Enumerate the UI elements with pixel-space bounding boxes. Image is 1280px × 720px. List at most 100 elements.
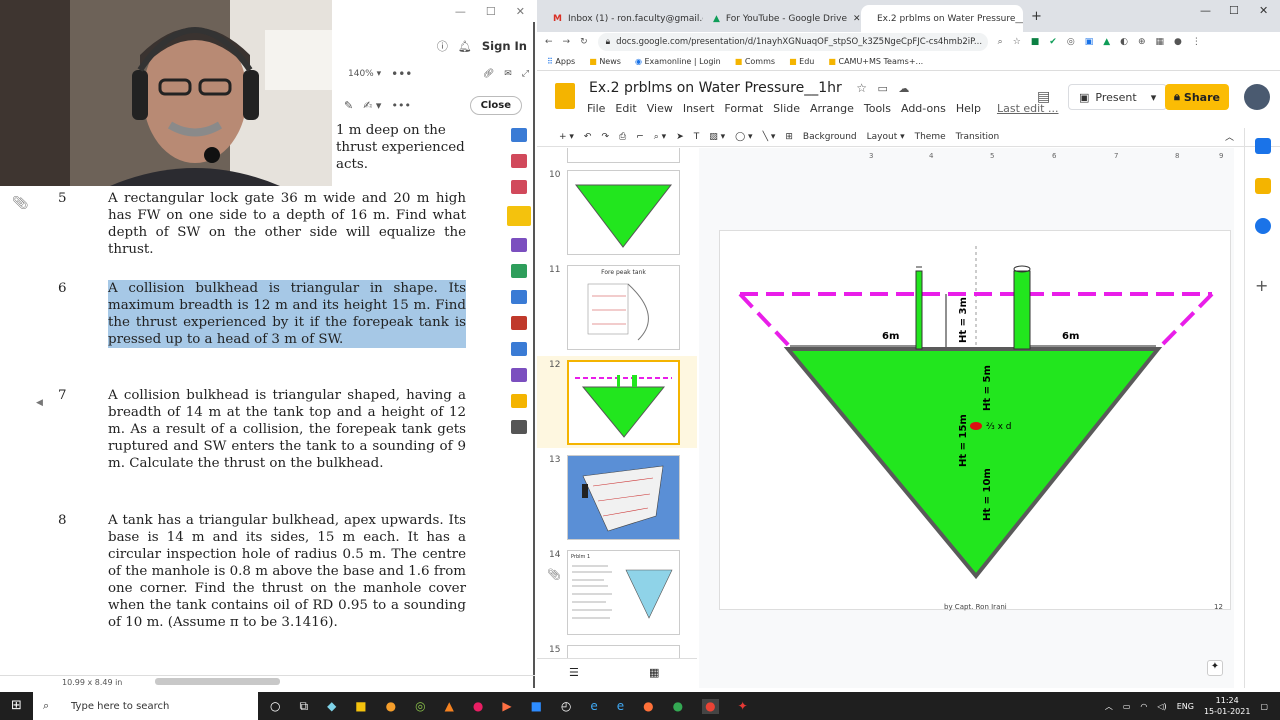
share-button[interactable]: 🔒︎ Share [1165,84,1229,110]
slide-thumbnail-13[interactable] [567,455,680,540]
expand-icon[interactable]: ⤢ [522,69,529,79]
transition-button[interactable]: Transition [956,132,1000,142]
reload-icon[interactable]: ↻ [580,37,588,47]
keep-icon[interactable] [1255,178,1271,194]
star-icon[interactable]: ☆ [856,81,867,95]
bookmark-examonline[interactable]: ◉ Examonline | Login [635,57,721,66]
scan-icon[interactable] [511,290,527,304]
grid-view-icon[interactable]: ▦ [649,666,659,679]
select-icon[interactable]: ➤ [676,132,684,142]
pen-icon[interactable]: ✎ [344,99,353,112]
slide-12[interactable]: 6m 6m Ht = 3m Ht = 5m Ht = 15m Ht = 10m … [719,230,1231,611]
chevron-down-icon[interactable]: ▾ [1151,91,1157,104]
puzzle-icon[interactable]: ▦ [1156,37,1165,47]
extension-icon[interactable]: ✔ [1049,37,1057,47]
close-button[interactable]: Close [469,95,522,115]
slides-logo-icon[interactable] [555,83,575,109]
menu-addons[interactable]: Add-ons [901,102,946,115]
bookmark-news[interactable]: ■ News [589,57,621,66]
menu-insert[interactable]: Insert [683,102,715,115]
minimize-icon[interactable]: — [455,5,466,18]
share-icon[interactable] [511,394,527,408]
question-text-highlighted[interactable]: A collision bulkhead is triangular in sh… [108,280,466,348]
extension-icon[interactable]: ◐ [1120,37,1128,47]
comment-add-icon[interactable]: ⊞ [785,132,793,142]
tools-icon[interactable] [511,420,527,434]
redo-icon[interactable]: ↷ [601,132,609,142]
paint-format-icon[interactable]: ⌐ [636,132,644,142]
menu-format[interactable]: Format [724,102,763,115]
language-indicator[interactable]: ENG [1177,702,1194,711]
more-icon[interactable]: ••• [391,67,412,81]
more-tools-icon[interactable]: ••• [391,99,410,112]
close-tab-icon[interactable]: ✕ [853,14,861,24]
image-icon[interactable]: ▨ ▾ [709,132,725,142]
combine-files-icon[interactable] [511,238,527,252]
comment-icon[interactable] [507,206,531,226]
menu-icon[interactable]: ⋮ [1192,37,1201,47]
chrome-icon[interactable]: ● [673,699,683,714]
edge-legacy-icon[interactable]: e [617,699,624,714]
profile-icon[interactable]: ● [1174,37,1182,47]
app-icon[interactable]: ● [473,699,483,714]
textbox-icon[interactable]: T [694,132,700,142]
extension-icon[interactable]: ⊕ [1138,37,1146,47]
bookmark-edu[interactable]: ■ Edu [789,57,814,66]
new-tab-icon[interactable]: + [1031,9,1042,24]
forward-icon[interactable]: → [563,37,571,47]
tab-drive[interactable]: ▲ For YouTube - Google Drive ✕ [703,5,861,32]
close-icon[interactable]: ✕ [516,5,525,18]
comment-indicator-icon[interactable]: 📎︎ [547,568,561,581]
edit-pdf-icon[interactable] [511,180,527,194]
back-icon[interactable]: ← [545,37,553,47]
new-slide-icon[interactable]: + ▾ [559,132,574,142]
taskbar-search[interactable]: ⌕ Type here to search [33,692,258,720]
menu-view[interactable]: View [647,102,673,115]
comments-icon[interactable]: ▤ [1037,89,1050,105]
minimize-icon[interactable]: — [1200,4,1211,17]
windows-start-icon[interactable]: ⊞ [11,698,22,713]
protect-icon[interactable] [511,342,527,356]
tab-slides[interactable]: Ex.2 prblms on Water Pressure__ ✕ [861,5,1023,32]
list-view-icon[interactable]: ☰ [569,666,579,679]
notifications-icon[interactable]: ▢ [1260,702,1268,711]
slide-thumbnail-12[interactable] [567,360,680,445]
slide-thumbnail-14[interactable]: Prblm 1 [567,550,680,635]
acrobat-icon[interactable]: ✦ [738,699,748,714]
chrome-active-icon[interactable]: ● [702,698,719,714]
app-icon[interactable]: ▶ [502,699,511,714]
zoom-icon[interactable]: ⌕ ▾ [654,132,666,142]
calendar-icon[interactable] [1255,138,1271,154]
organize-pages-icon[interactable] [511,264,527,278]
menu-help[interactable]: Help [956,102,981,115]
collapse-left-icon[interactable]: ◀ [36,398,43,408]
undo-icon[interactable]: ↶ [584,132,592,142]
extension-icon[interactable]: ■ [1031,37,1040,47]
mail-icon[interactable]: ✉ [504,69,512,79]
slide-thumbnail-11[interactable]: Fore peak tank [567,265,680,350]
app-icon[interactable]: ◴ [561,699,571,714]
url-field[interactable]: 🔒︎ docs.google.com/presentation/d/1nayhX… [597,33,988,51]
paperclip-icon[interactable]: 📎︎ [12,196,29,211]
send-signature-icon[interactable] [511,368,527,382]
close-window-icon[interactable]: ✕ [1259,4,1268,17]
collapse-icon[interactable]: ︿ [1225,130,1234,143]
print-icon[interactable]: ⎙ [619,132,626,142]
layout-button[interactable]: Layout ▾ [867,132,905,142]
clock[interactable]: 11:24 15-01-2021 [1204,695,1251,717]
menu-file[interactable]: File [587,102,605,115]
app-icon[interactable]: ◎ [415,699,425,714]
slide-thumbnail-15[interactable] [567,645,680,658]
add-addon-icon[interactable]: + [1255,278,1271,294]
edge-icon[interactable]: e [590,699,597,714]
bookmark-apps[interactable]: ⠿ Apps [547,57,575,66]
sign-in-link[interactable]: Sign In [482,39,527,53]
bookmark-camu[interactable]: ■ CAMU+MS Teams+... [828,57,923,66]
zoom-select[interactable]: 140% ▾ [348,69,381,79]
background-button[interactable]: Background [803,132,857,142]
help-icon[interactable]: ⓘ [437,38,448,54]
bell-icon[interactable]: 🔔︎ [458,40,472,53]
sign-icon[interactable]: ✍ ▾ [363,99,381,112]
shape-icon[interactable]: ◯ ▾ [735,132,752,142]
extension-icon[interactable]: ◎ [1067,37,1075,47]
